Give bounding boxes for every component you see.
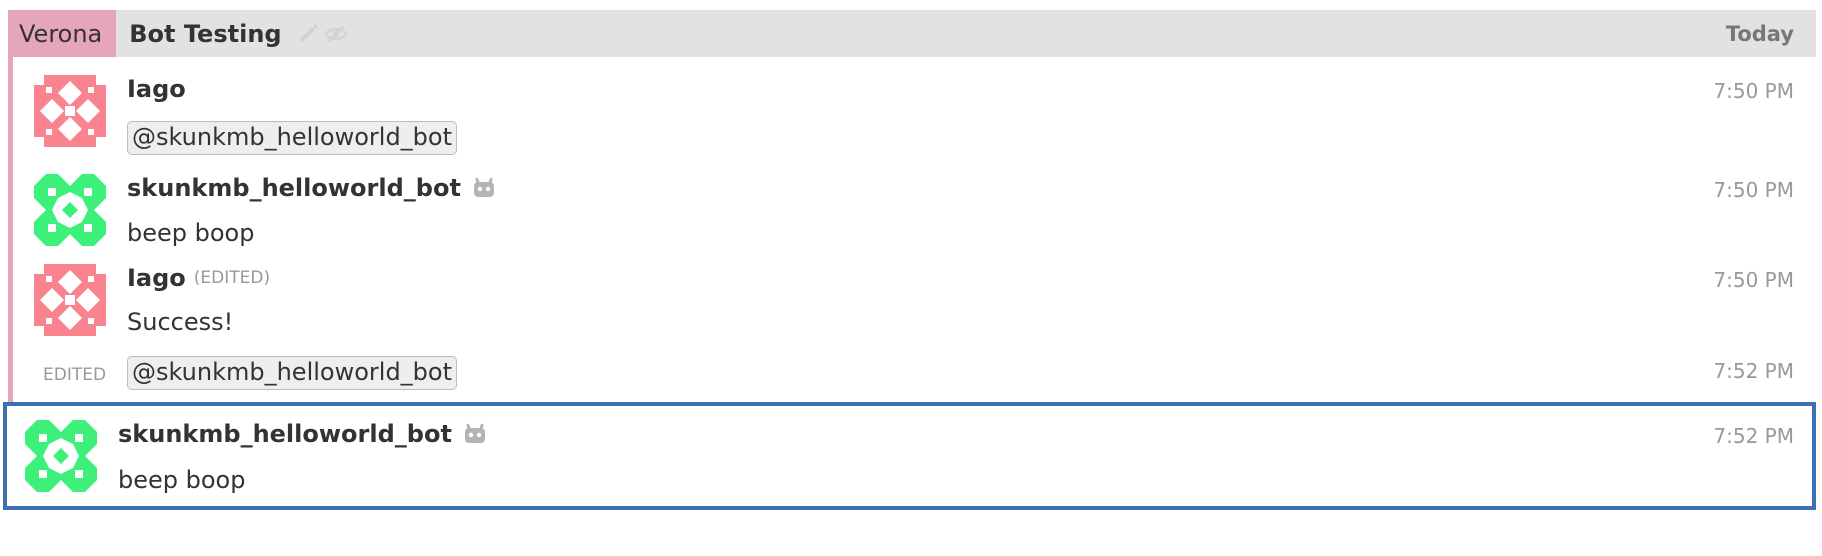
edited-indicator[interactable]: EDITED (43, 365, 106, 385)
bot-avatar[interactable] (34, 174, 106, 246)
message-feed: Verona Bot Testing Today Iago 7:50 PM @s… (3, 10, 1816, 510)
date-header: Today (1725, 22, 1794, 46)
pencil-icon[interactable] (296, 22, 320, 46)
mute-eye-icon[interactable] (324, 22, 348, 46)
selected-message-row[interactable]: skunkmb_helloworld_bot 7:52 PM beep boop (3, 402, 1816, 510)
message-content: @skunkmb_helloworld_bot (127, 121, 458, 155)
sender-label[interactable]: skunkmb_helloworld_bot (127, 174, 461, 202)
message-row[interactable]: Iago 7:50 PM @skunkmb_helloworld_bot (13, 57, 1816, 164)
user-mention[interactable]: @skunkmb_helloworld_bot (127, 121, 458, 155)
message-content: Success! (127, 308, 234, 336)
sender-name[interactable]: Iago (127, 75, 186, 103)
sender-name[interactable]: skunkmb_helloworld_bot (118, 420, 488, 448)
message-row[interactable]: EDITED 7:52 PM @skunkmb_helloworld_bot (13, 346, 1816, 402)
sender-name[interactable]: Iago (EDITED) (127, 264, 270, 292)
message-time[interactable]: 7:50 PM (1713, 79, 1794, 103)
message-content: @skunkmb_helloworld_bot (127, 356, 458, 390)
edited-indicator[interactable]: (EDITED) (194, 268, 270, 288)
sender-label[interactable]: Iago (127, 264, 186, 292)
bot-icon (471, 177, 497, 199)
sender-label[interactable]: Iago (127, 75, 186, 103)
message-time[interactable]: 7:50 PM (1713, 268, 1794, 292)
bot-avatar[interactable] (25, 420, 97, 492)
iago-avatar[interactable] (34, 75, 106, 147)
topic-name[interactable]: Bot Testing (129, 20, 281, 48)
stream-name[interactable]: Verona (8, 10, 117, 57)
message-row[interactable]: Iago (EDITED) 7:50 PM Success! (13, 256, 1816, 346)
user-mention[interactable]: @skunkmb_helloworld_bot (127, 356, 458, 390)
message-content: beep boop (127, 219, 255, 247)
iago-avatar[interactable] (34, 264, 106, 336)
message-content: beep boop (118, 466, 246, 494)
message-time[interactable]: 7:52 PM (1713, 424, 1794, 448)
recipient-bar: Verona Bot Testing Today (8, 10, 1816, 57)
sender-name[interactable]: skunkmb_helloworld_bot (127, 174, 497, 202)
bot-icon (462, 423, 488, 445)
message-time[interactable]: 7:50 PM (1713, 178, 1794, 202)
sender-label[interactable]: skunkmb_helloworld_bot (118, 420, 452, 448)
message-time[interactable]: 7:52 PM (1713, 359, 1794, 383)
message-row[interactable]: skunkmb_helloworld_bot 7:50 PM beep boop (13, 164, 1816, 256)
message-list: Iago 7:50 PM @skunkmb_helloworld_bot sku… (8, 57, 1816, 402)
